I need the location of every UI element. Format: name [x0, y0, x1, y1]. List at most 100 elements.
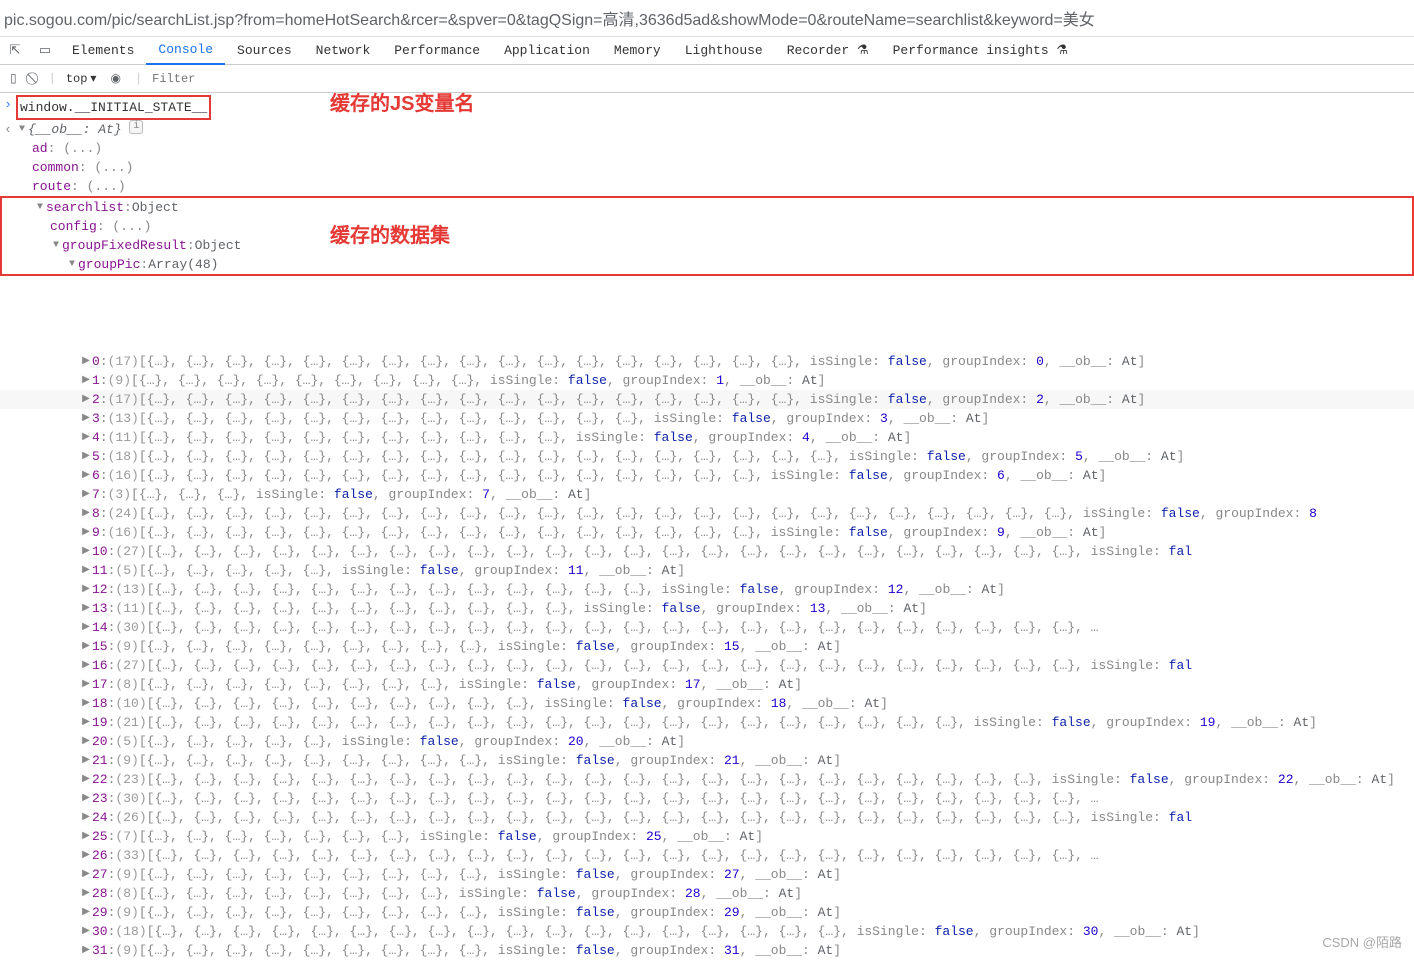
expand-icon[interactable]: ▶ — [80, 447, 92, 466]
array-item-row[interactable]: ▶31: (9) [{…}, {…}, {…}, {…}, {…}, {…}, … — [0, 941, 1414, 960]
array-item-row[interactable]: ▶11: (5) [{…}, {…}, {…}, {…}, {…}, isSin… — [0, 561, 1414, 580]
tab-performance[interactable]: Performance — [382, 37, 492, 65]
array-item-row[interactable]: ▶29: (9) [{…}, {…}, {…}, {…}, {…}, {…}, … — [0, 903, 1414, 922]
searchlist-row[interactable]: ▼searchlist: Object — [2, 198, 1412, 217]
array-item-row[interactable]: ▶15: (9) [{…}, {…}, {…}, {…}, {…}, {…}, … — [0, 637, 1414, 656]
info-icon[interactable]: i — [129, 120, 143, 134]
filter-input[interactable] — [152, 72, 352, 86]
tab-perf-insights[interactable]: Performance insights ⚗ — [881, 37, 1080, 65]
prop-row[interactable]: ad: (...) — [0, 139, 1414, 158]
array-item-row[interactable]: ▶12: (13) [{…}, {…}, {…}, {…}, {…}, {…},… — [0, 580, 1414, 599]
array-item-row[interactable]: ▶10: (27) [{…}, {…}, {…}, {…}, {…}, {…},… — [0, 542, 1414, 561]
tab-memory[interactable]: Memory — [602, 37, 673, 65]
array-item-row[interactable]: ▶16: (27) [{…}, {…}, {…}, {…}, {…}, {…},… — [0, 656, 1414, 675]
array-item-row[interactable]: ▶8: (24) [{…}, {…}, {…}, {…}, {…}, {…}, … — [0, 504, 1414, 523]
array-item-row[interactable]: ▶6: (16) [{…}, {…}, {…}, {…}, {…}, {…}, … — [0, 466, 1414, 485]
expand-icon[interactable]: ▶ — [80, 694, 92, 713]
highlighted-object-box: ▼searchlist: Object config: (...) ▼group… — [0, 196, 1414, 276]
array-item-row[interactable]: ▶9: (16) [{…}, {…}, {…}, {…}, {…}, {…}, … — [0, 523, 1414, 542]
array-item-row[interactable]: ▶22: (23) [{…}, {…}, {…}, {…}, {…}, {…},… — [0, 770, 1414, 789]
inspect-icon[interactable]: ⇱ — [0, 43, 30, 58]
array-item-row[interactable]: ▶2: (17) [{…}, {…}, {…}, {…}, {…}, {…}, … — [0, 390, 1414, 409]
prop-row[interactable]: common: (...) — [0, 158, 1414, 177]
array-item-row[interactable]: ▶27: (9) [{…}, {…}, {…}, {…}, {…}, {…}, … — [0, 865, 1414, 884]
expand-icon[interactable]: ▶ — [80, 903, 92, 922]
expand-icon[interactable]: ▶ — [80, 504, 92, 523]
tab-application[interactable]: Application — [492, 37, 602, 65]
expand-icon[interactable]: ▶ — [80, 941, 92, 960]
expand-icon[interactable]: ▶ — [80, 865, 92, 884]
prop-row[interactable]: route: (...) — [0, 177, 1414, 196]
grouppic-row[interactable]: ▼groupPic: Array(48) — [2, 255, 1412, 274]
expand-icon[interactable]: ▼ — [34, 198, 46, 217]
expand-icon[interactable]: ▶ — [80, 713, 92, 732]
expand-icon[interactable]: ▶ — [80, 352, 92, 371]
array-item-row[interactable]: ▶4: (11) [{…}, {…}, {…}, {…}, {…}, {…}, … — [0, 428, 1414, 447]
array-item-row[interactable]: ▶3: (13) [{…}, {…}, {…}, {…}, {…}, {…}, … — [0, 409, 1414, 428]
expand-icon[interactable]: ▶ — [80, 789, 92, 808]
expand-icon[interactable]: ▼ — [66, 255, 78, 274]
expand-icon[interactable]: ▶ — [80, 922, 92, 941]
array-item-row[interactable]: ▶25: (7) [{…}, {…}, {…}, {…}, {…}, {…}, … — [0, 827, 1414, 846]
expand-icon[interactable]: ▶ — [80, 542, 92, 561]
url-bar[interactable]: pic.sogou.com/pic/searchList.jsp?from=ho… — [0, 0, 1414, 37]
expand-icon[interactable]: ▶ — [80, 637, 92, 656]
array-item-row[interactable]: ▶1: (9) [{…}, {…}, {…}, {…}, {…}, {…}, {… — [0, 371, 1414, 390]
expand-icon[interactable]: ▼ — [16, 120, 28, 139]
expand-icon[interactable]: ▶ — [80, 618, 92, 637]
expand-icon[interactable]: ▶ — [80, 656, 92, 675]
array-item-row[interactable]: ▶0: (17) [{…}, {…}, {…}, {…}, {…}, {…}, … — [0, 352, 1414, 371]
expand-icon[interactable]: ▶ — [80, 884, 92, 903]
expand-icon[interactable]: ▶ — [80, 523, 92, 542]
array-item-row[interactable]: ▶13: (11) [{…}, {…}, {…}, {…}, {…}, {…},… — [0, 599, 1414, 618]
expand-icon[interactable]: ▶ — [80, 371, 92, 390]
tab-lighthouse[interactable]: Lighthouse — [673, 37, 775, 65]
array-item-row[interactable]: ▶18: (10) [{…}, {…}, {…}, {…}, {…}, {…},… — [0, 694, 1414, 713]
expand-icon[interactable]: ▶ — [80, 599, 92, 618]
array-item-row[interactable]: ▶20: (5) [{…}, {…}, {…}, {…}, {…}, isSin… — [0, 732, 1414, 751]
highlighted-input[interactable]: window.__INITIAL_STATE__ — [16, 95, 211, 120]
result-root[interactable]: ‹ ▼ {__ob__: At} i — [0, 120, 1414, 139]
array-item-row[interactable]: ▶24: (26) [{…}, {…}, {…}, {…}, {…}, {…},… — [0, 808, 1414, 827]
sidebar-toggle-icon[interactable]: ▯ — [6, 71, 21, 86]
array-item-row[interactable]: ▶5: (18) [{…}, {…}, {…}, {…}, {…}, {…}, … — [0, 447, 1414, 466]
expand-icon[interactable]: ▼ — [50, 236, 62, 255]
expand-icon[interactable]: ▶ — [80, 466, 92, 485]
array-item-row[interactable]: ▶26: (33) [{…}, {…}, {…}, {…}, {…}, {…},… — [0, 846, 1414, 865]
expand-icon[interactable]: ▶ — [80, 827, 92, 846]
array-item-row[interactable]: ▶17: (8) [{…}, {…}, {…}, {…}, {…}, {…}, … — [0, 675, 1414, 694]
array-item-row[interactable]: ▶23: (30) [{…}, {…}, {…}, {…}, {…}, {…},… — [0, 789, 1414, 808]
array-item-row[interactable]: ▶19: (21) [{…}, {…}, {…}, {…}, {…}, {…},… — [0, 713, 1414, 732]
tab-recorder[interactable]: Recorder ⚗ — [775, 37, 881, 65]
scope-selector[interactable]: top▾ — [66, 71, 97, 86]
expand-icon[interactable]: ▶ — [80, 390, 92, 409]
array-item-row[interactable]: ▶21: (9) [{…}, {…}, {…}, {…}, {…}, {…}, … — [0, 751, 1414, 770]
tab-console[interactable]: Console — [146, 37, 225, 65]
clear-console-icon[interactable]: ⃠ — [31, 72, 39, 86]
expand-icon[interactable]: ▶ — [80, 846, 92, 865]
prompt-icon: › — [0, 95, 16, 120]
device-icon[interactable]: ▭ — [30, 43, 60, 58]
array-item-row[interactable]: ▶28: (8) [{…}, {…}, {…}, {…}, {…}, {…}, … — [0, 884, 1414, 903]
array-item-row[interactable]: ▶14: (30) [{…}, {…}, {…}, {…}, {…}, {…},… — [0, 618, 1414, 637]
tab-elements[interactable]: Elements — [60, 37, 146, 65]
tab-sources[interactable]: Sources — [225, 37, 304, 65]
expand-icon[interactable]: ▶ — [80, 428, 92, 447]
expand-icon[interactable]: ▶ — [80, 675, 92, 694]
eye-icon[interactable]: ◉ — [106, 71, 124, 86]
gfr-row[interactable]: ▼groupFixedResult: Object — [2, 236, 1412, 255]
array-item-row[interactable]: ▶30: (18) [{…}, {…}, {…}, {…}, {…}, {…},… — [0, 922, 1414, 941]
expand-icon[interactable]: ▶ — [80, 580, 92, 599]
expand-icon[interactable]: ▶ — [80, 751, 92, 770]
output-icon: ‹ — [0, 120, 16, 139]
expand-icon[interactable]: ▶ — [80, 561, 92, 580]
expand-icon[interactable]: ▶ — [80, 732, 92, 751]
expand-icon[interactable]: ▶ — [80, 770, 92, 789]
tab-network[interactable]: Network — [304, 37, 383, 65]
expand-icon[interactable]: ▶ — [80, 409, 92, 428]
array-item-row[interactable]: ▶7: (3) [{…}, {…}, {…}, isSingle: false,… — [0, 485, 1414, 504]
annotation-varname: 缓存的JS变量名 — [330, 95, 474, 114]
config-row[interactable]: config: (...) — [2, 217, 1412, 236]
expand-icon[interactable]: ▶ — [80, 808, 92, 827]
expand-icon[interactable]: ▶ — [80, 485, 92, 504]
